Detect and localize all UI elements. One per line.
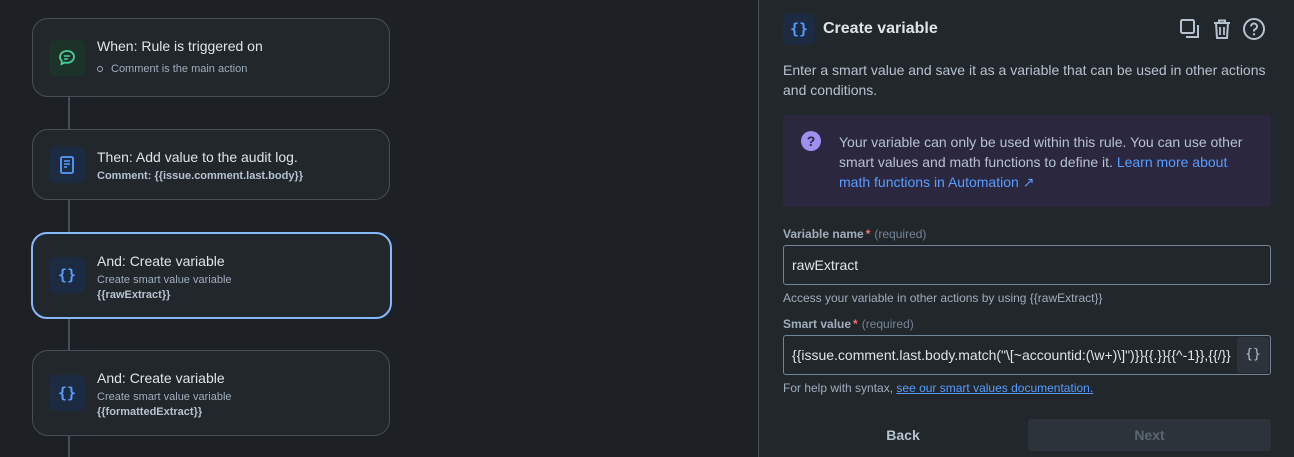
config-panel: {} Create variable Enter a smart value a… — [758, 0, 1294, 457]
smart-value-label: Smart value * (required) — [783, 317, 914, 331]
card-title: When: Rule is triggered on — [97, 38, 263, 54]
info-banner: ? Your variable can only be used within … — [783, 115, 1271, 207]
smart-value-helper: For help with syntax, see our smart valu… — [783, 381, 1094, 395]
smart-value-picker-button[interactable]: {} — [1237, 337, 1269, 373]
trigger-card[interactable]: When: Rule is triggered on Comment is th… — [32, 18, 390, 97]
card-subtitle: Create smart value variable — [97, 391, 232, 403]
create-variable-card[interactable]: {} And: Create variable Create smart val… — [32, 350, 390, 436]
document-icon — [49, 147, 85, 183]
next-button[interactable]: Next — [1028, 419, 1271, 451]
card-detail: Comment: {{issue.comment.last.body}} — [97, 170, 303, 182]
connector-line — [68, 96, 70, 130]
rule-canvas: When: Rule is triggered on Comment is th… — [0, 0, 758, 457]
create-variable-card-selected[interactable]: {} And: Create variable Create smart val… — [31, 232, 392, 319]
card-title: Then: Add value to the audit log. — [97, 149, 298, 165]
back-button[interactable]: Back — [783, 419, 1023, 451]
help-icon[interactable] — [1241, 16, 1267, 42]
braces-icon: {} — [49, 257, 85, 293]
info-text: Your variable can only be used within th… — [839, 134, 1243, 190]
trash-icon[interactable] — [1209, 16, 1235, 42]
card-subtitle: Comment is the main action — [97, 63, 247, 75]
duplicate-icon[interactable] — [1177, 16, 1203, 42]
braces-icon: {} — [783, 13, 815, 45]
comment-icon — [49, 40, 85, 76]
bullet-icon — [97, 66, 103, 73]
card-title: And: Create variable — [97, 253, 225, 269]
card-detail: {{formattedExtract}} — [97, 406, 203, 418]
variable-name-helper: Access your variable in other actions by… — [783, 291, 1103, 305]
question-icon: ? — [801, 131, 821, 151]
variable-name-input[interactable]: rawExtract — [783, 245, 1271, 285]
braces-icon: {} — [49, 375, 85, 411]
card-detail: {{rawExtract}} — [97, 289, 171, 301]
audit-log-card[interactable]: Then: Add value to the audit log. Commen… — [32, 129, 390, 200]
connector-line — [68, 318, 70, 352]
smart-values-docs-link[interactable]: see our smart values documentation. — [896, 381, 1093, 395]
variable-name-label: Variable name * (required) — [783, 227, 927, 241]
connector-line — [68, 199, 70, 233]
panel-title: Create variable — [823, 20, 938, 37]
panel-description: Enter a smart value and save it as a var… — [783, 62, 1266, 98]
connector-line — [68, 435, 70, 457]
smart-value-input[interactable]: {{issue.comment.last.body.match("\[~acco… — [783, 335, 1271, 375]
card-subtitle: Create smart value variable — [97, 274, 232, 286]
card-title: And: Create variable — [97, 370, 225, 386]
